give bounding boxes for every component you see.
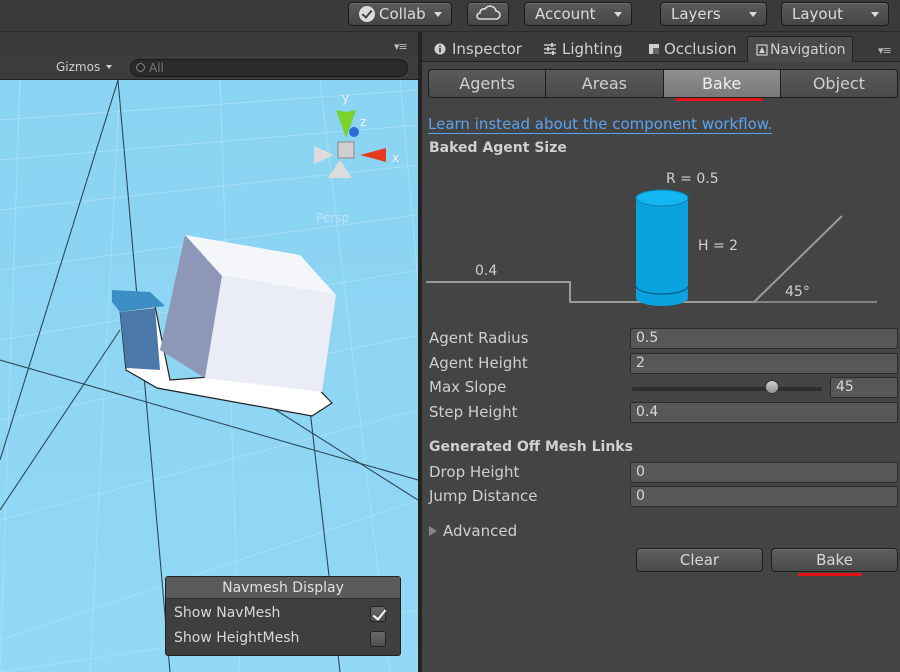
window-tab-bar: Inspector Lighting Occlusion Navigation …	[422, 32, 900, 62]
height-label: H = 2	[698, 238, 739, 254]
agent-height-label: Agent Height	[429, 354, 528, 372]
account-label: Account	[535, 5, 596, 23]
chevron-down-icon	[434, 12, 442, 17]
tab-lighting-label: Lighting	[562, 40, 623, 58]
show-heightmesh-checkbox[interactable]	[370, 631, 386, 647]
max-slope-slider-track[interactable]	[632, 387, 822, 391]
max-slope-slider-thumb[interactable]	[765, 380, 779, 394]
radius-label: R = 0.5	[666, 171, 719, 187]
search-icon	[136, 63, 145, 72]
collab-button[interactable]: Collab	[348, 2, 452, 26]
clear-button[interactable]: Clear	[636, 548, 763, 572]
tab-occlusion-label: Occlusion	[664, 40, 737, 58]
off-mesh-links-title: Generated Off Mesh Links	[429, 439, 633, 455]
agent-diagram-svg	[426, 189, 877, 306]
chevron-down-icon	[106, 65, 113, 69]
tab-lighting[interactable]: Lighting	[534, 36, 639, 62]
navigation-segmented-tabs: Agents Areas Bake Object	[428, 69, 898, 98]
show-navmesh-checkbox[interactable]	[370, 606, 386, 622]
triangle-right-icon	[429, 526, 437, 536]
chevron-down-icon	[614, 12, 622, 17]
chevron-down-icon	[749, 12, 757, 17]
show-heightmesh-label: Show HeightMesh	[174, 630, 300, 646]
top-toolbar: Collab Account Layers Layout	[0, 0, 900, 32]
agent-radius-field[interactable]: 0.5	[630, 328, 898, 349]
bake-tab-highlight	[675, 98, 763, 101]
navigation-icon	[756, 44, 768, 56]
drop-height-label: Drop Height	[429, 463, 520, 481]
collab-label: Collab	[379, 5, 426, 23]
layers-dropdown[interactable]: Layers	[660, 2, 767, 26]
navmesh-display-title: Navmesh Display	[166, 577, 400, 599]
show-navmesh-label: Show NavMesh	[174, 605, 281, 621]
baked-agent-size-title: Baked Agent Size	[429, 140, 567, 156]
tab-occlusion[interactable]: Occlusion	[640, 36, 750, 62]
tab-navigation-label: Navigation	[770, 42, 846, 58]
cube-front-face	[205, 276, 336, 392]
layers-label: Layers	[671, 5, 721, 23]
info-icon	[434, 43, 446, 55]
cube-shadow	[120, 308, 160, 370]
sliders-icon	[544, 43, 556, 55]
drop-height-field[interactable]: 0	[630, 462, 898, 483]
layout-dropdown[interactable]: Layout	[781, 2, 889, 26]
tab-areas[interactable]: Areas	[546, 70, 664, 97]
advanced-foldout[interactable]: Advanced	[429, 522, 517, 540]
component-workflow-link[interactable]: Learn instead about the component workfl…	[428, 115, 773, 134]
bake-button[interactable]: Bake	[771, 548, 898, 572]
gizmos-dropdown[interactable]: Gizmos	[48, 58, 120, 78]
scene-toolbar: Gizmos All	[0, 56, 420, 80]
tab-navigation[interactable]: Navigation	[747, 36, 853, 62]
step-height-field[interactable]: 0.4	[630, 402, 898, 423]
tab-bake[interactable]: Bake	[663, 70, 781, 97]
max-slope-label: Max Slope	[429, 378, 507, 396]
layout-label: Layout	[792, 5, 843, 23]
gizmo-x-label: x	[392, 151, 399, 165]
cloud-button[interactable]	[467, 2, 509, 26]
tab-inspector[interactable]: Inspector	[424, 36, 534, 62]
search-input[interactable]: All	[130, 59, 408, 77]
account-dropdown[interactable]: Account	[524, 2, 632, 26]
persp-label: Persp	[316, 211, 349, 225]
agent-height-field[interactable]: 2	[630, 353, 898, 374]
panel-menu-icon[interactable]: ▾≡	[878, 44, 892, 57]
step-label: 0.4	[475, 263, 498, 279]
cloud-icon	[476, 5, 501, 20]
bake-button-highlight	[798, 573, 862, 576]
jump-distance-field[interactable]: 0	[630, 486, 898, 507]
scene-header: ▾≡	[0, 32, 420, 56]
check-icon	[359, 6, 375, 22]
occlusion-icon	[649, 44, 659, 54]
show-heightmesh-row[interactable]: Show HeightMesh	[174, 630, 394, 647]
show-navmesh-row[interactable]: Show NavMesh	[174, 605, 394, 622]
tab-object[interactable]: Object	[780, 70, 897, 97]
advanced-label: Advanced	[443, 522, 518, 540]
navmesh-display-panel: Navmesh Display Show NavMesh Show Height…	[165, 576, 401, 656]
gizmo-y-label: y	[342, 91, 349, 105]
jump-distance-label: Jump Distance	[429, 487, 538, 505]
step-height-label: Step Height	[429, 403, 518, 421]
gizmo-z-label: z	[360, 115, 366, 129]
tab-inspector-label: Inspector	[452, 40, 522, 58]
panel-menu-icon[interactable]: ▾≡	[394, 40, 408, 53]
chevron-down-icon	[871, 12, 879, 17]
agent-size-diagram: R = 0.5 H = 2 0.4 45°	[422, 160, 900, 320]
max-slope-field[interactable]: 45	[830, 377, 898, 398]
slope-label: 45°	[785, 284, 810, 300]
gizmos-label: Gizmos	[56, 60, 101, 74]
search-placeholder: All	[149, 61, 164, 75]
tab-agents[interactable]: Agents	[429, 70, 547, 97]
agent-radius-label: Agent Radius	[429, 329, 529, 347]
